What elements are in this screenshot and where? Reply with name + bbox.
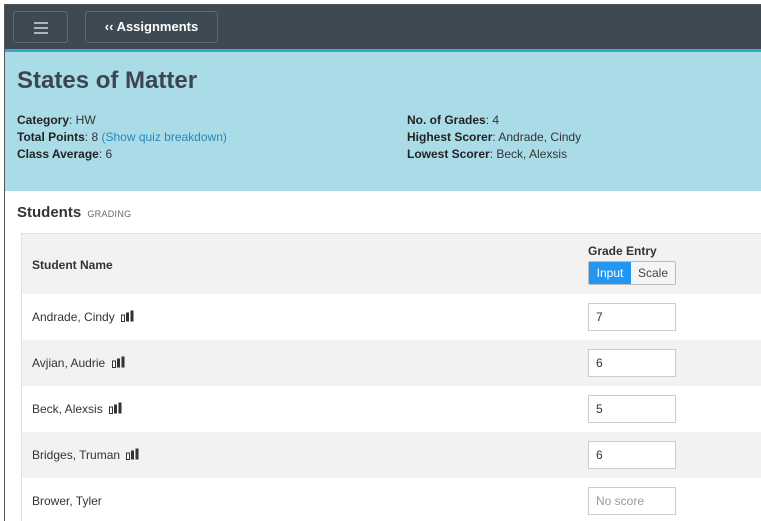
table-row: Brower, Tyler No score [22,478,761,521]
student-name: Brower, Tyler [32,494,102,508]
stats-icon[interactable] [121,310,134,322]
menu-button[interactable] [13,11,68,43]
hamburger-icon [34,22,48,24]
student-name-header: Student Name [32,258,113,272]
student-name: Andrade, Cindy [32,310,115,324]
back-to-assignments-button[interactable]: ‹‹ Assignments [85,11,218,43]
page-title: States of Matter [17,67,198,94]
class-average-line: Class Average: 6 [17,147,113,161]
students-heading: Students GRADING [17,204,132,221]
table-row: Andrade, Cindy 7 [22,294,761,340]
stats-icon[interactable] [126,448,139,460]
input-toggle-button[interactable]: Input [589,262,631,284]
lowest-scorer-line: Lowest Scorer: Beck, Alexsis [407,147,568,161]
score-input[interactable]: 5 [588,395,676,423]
assignment-header: States of Matter Category: HW Total Poin… [5,49,761,191]
meta-right: No. of Grades: 4 Highest Scorer: Andrade… [407,112,581,163]
meta-left: Category: HW Total Points: 8 (Show quiz … [17,112,227,163]
student-name: Bridges, Truman [32,448,121,462]
stats-icon[interactable] [111,356,125,368]
app-frame: ‹‹ Assignments States of Matter Category… [4,4,761,521]
score-input[interactable]: No score [588,487,676,515]
top-bar: ‹‹ Assignments [5,5,761,49]
student-name: Beck, Alexsis [32,402,103,416]
grade-entry-toggle: Input Scale [588,261,676,285]
table-row: Bridges, Truman 6 [22,432,761,478]
show-quiz-breakdown-link[interactable]: (Show quiz breakdown) [101,130,226,144]
category-line: Category: HW [17,113,96,127]
score-input[interactable]: 6 [588,349,676,377]
scale-toggle-button[interactable]: Scale [631,262,675,284]
highest-scorer-line: Highest Scorer: Andrade, Cindy [407,130,582,144]
total-points-line: Total Points: 8 (Show quiz breakdown) [17,130,227,144]
table-row: Beck, Alexsis 5 [22,386,761,432]
score-input[interactable]: 6 [588,441,676,469]
score-input[interactable]: 7 [588,303,676,331]
num-grades-line: No. of Grades: 4 [407,113,500,127]
table-row: Avjian, Audrie 6 [22,340,761,386]
stats-icon[interactable] [109,402,122,414]
student-name: Avjian, Audrie [32,356,106,370]
students-table: Student Name Grade Entry Input Scale And… [21,233,761,521]
table-header-row: Student Name Grade Entry Input Scale [22,234,761,294]
